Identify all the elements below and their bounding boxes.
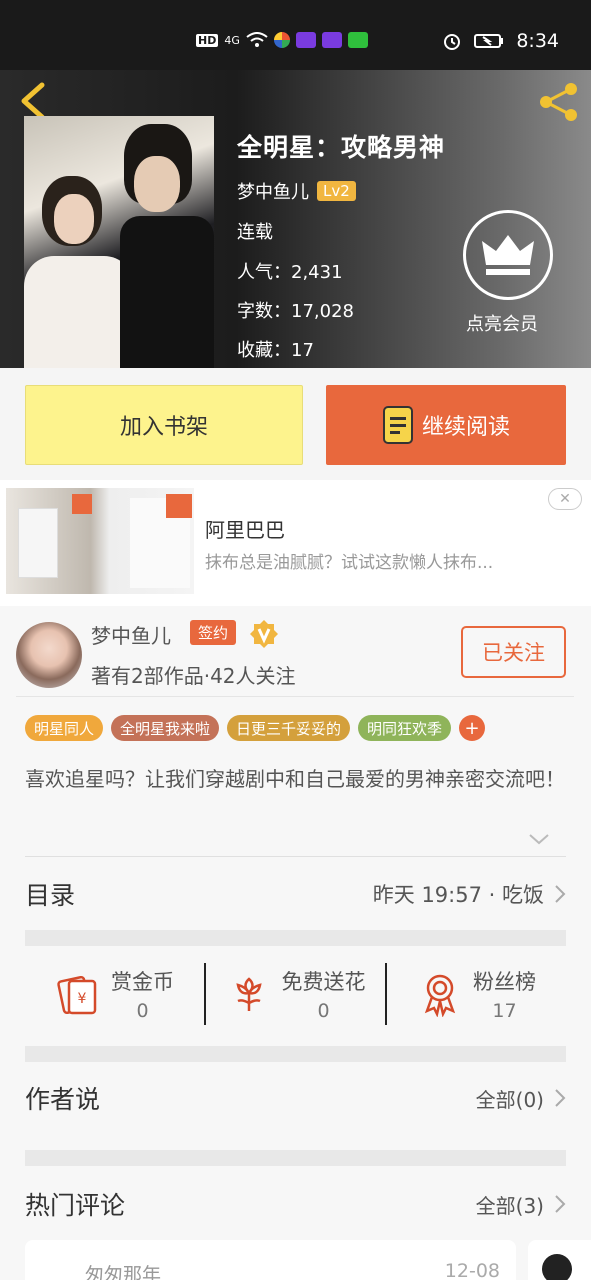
section-separator	[25, 930, 566, 946]
book-header: 全明星：攻略男神 梦中鱼儿 Lv2 连载 人气：2,431 字数：17,028 …	[0, 70, 591, 368]
hot-comments-row[interactable]: 热门评论 全部(3)	[25, 1186, 566, 1222]
author-section: 梦中鱼儿 签约 著有2部作品·42人关注 已关注 明星同人 全明星我来啦 日更三…	[0, 606, 591, 1280]
section-separator	[25, 1046, 566, 1062]
action-area: 加入书架 继续阅读	[0, 368, 591, 480]
commenter-name: 匆匆那年	[85, 1264, 162, 1280]
status-bar: HD 4G 8:34	[0, 0, 591, 70]
ad-close-button[interactable]: ✕	[548, 488, 582, 510]
hot-comments-title: 热门评论	[25, 1191, 126, 1220]
continue-reading-label: 继续阅读	[421, 415, 510, 440]
alarm-icon	[444, 34, 461, 50]
tag[interactable]: 全明星我来啦	[111, 715, 220, 741]
fan-ranking-button[interactable]: 粉丝榜 17	[387, 948, 566, 1040]
favorites-count: 收藏：17	[237, 340, 314, 361]
status-right: 8:34	[442, 30, 559, 52]
status-icons: HD 4G	[196, 32, 368, 48]
chevron-right-icon	[555, 1195, 566, 1213]
stat-value: 0	[317, 1000, 330, 1022]
word-count: 字数：17,028	[237, 301, 354, 322]
continue-reading-button[interactable]: 继续阅读	[326, 385, 566, 465]
stat-label: 赏金币	[111, 970, 174, 994]
book-description: 喜欢追星吗？让我们穿越剧中和自己最爱的男神亲密交流吧！	[25, 767, 565, 791]
serial-status: 连载	[237, 222, 273, 243]
back-icon[interactable]	[18, 82, 48, 120]
chevron-right-icon	[555, 1089, 566, 1107]
book-title: 全明星：攻略男神	[237, 133, 446, 162]
ad-image[interactable]	[6, 488, 194, 594]
popularity: 人气：2,431	[237, 262, 343, 283]
medal-icon	[424, 974, 456, 1017]
stat-label: 免费送花	[281, 970, 366, 994]
section-separator	[25, 1150, 566, 1166]
more-tags-button[interactable]: +	[459, 715, 486, 741]
video-app-icon	[321, 32, 342, 48]
share-icon[interactable]	[537, 80, 581, 124]
stat-value: 17	[492, 1000, 517, 1022]
crown-icon	[482, 235, 534, 275]
clock: 8:34	[516, 30, 559, 52]
tag[interactable]: 日更三千妥妥的	[227, 715, 351, 741]
book-cover[interactable]	[24, 116, 214, 368]
ad-description[interactable]: 抹布总是油腻腻？试试这款懒人抹布...	[205, 548, 493, 573]
tag[interactable]: 明同狂欢季	[358, 715, 452, 741]
divider	[16, 696, 574, 697]
tag[interactable]: 明星同人	[25, 715, 104, 741]
signal-icon: 4G	[224, 33, 240, 47]
wifi-icon	[246, 32, 268, 47]
add-to-shelf-button[interactable]: 加入书架	[25, 385, 303, 465]
catalog-row[interactable]: 目录 昨天 19:57 · 吃饭	[25, 876, 566, 912]
catalog-title: 目录	[25, 881, 76, 910]
author-works: 著有2部作品·42人关注	[91, 664, 296, 688]
coin-envelope-icon: ¥	[57, 975, 97, 1015]
author-says-title: 作者说	[25, 1085, 101, 1114]
iqiyi-icon	[347, 32, 368, 48]
divider	[25, 856, 566, 857]
send-flowers-button[interactable]: 免费送花 0	[206, 948, 385, 1040]
tag-list: 明星同人 全明星我来啦 日更三千妥妥的 明同狂欢季 +	[25, 715, 486, 741]
stat-label: 粉丝榜	[473, 970, 536, 994]
reward-coins-button[interactable]: ¥ 赏金币 0	[25, 948, 204, 1040]
verified-icon	[250, 620, 278, 648]
author-avatar[interactable]	[16, 622, 82, 688]
ad-banner[interactable]: 阿里巴巴 抹布总是油腻腻？试试这款懒人抹布... ✕	[0, 480, 591, 606]
author-says-link: 全部(0)	[475, 1087, 544, 1112]
chevron-right-icon	[555, 885, 566, 903]
stat-value: 0	[136, 1000, 149, 1022]
author-line: 梦中鱼儿 Lv2	[237, 178, 356, 204]
comment-card[interactable]	[528, 1240, 591, 1280]
chevron-down-icon[interactable]	[528, 832, 550, 846]
comment-card[interactable]: 匆匆那年 12-08	[25, 1240, 516, 1280]
signed-badge: 签约	[190, 620, 237, 645]
flower-icon	[235, 977, 262, 1011]
commenter-avatar	[542, 1254, 572, 1280]
hot-comments-link: 全部(3)	[475, 1193, 544, 1218]
ad-title[interactable]: 阿里巴巴	[205, 514, 285, 543]
vip-button[interactable]	[463, 210, 553, 300]
stats-bar: ¥ 赏金币 0 免费送花 0 粉丝榜 17	[25, 948, 566, 1040]
svg-text:¥: ¥	[78, 991, 87, 1007]
author-profile-name[interactable]: 梦中鱼儿	[91, 620, 171, 649]
author-says-row[interactable]: 作者说 全部(0)	[25, 1080, 566, 1116]
follow-button[interactable]: 已关注	[461, 626, 566, 678]
book-icon	[382, 406, 413, 444]
level-badge: Lv2	[317, 181, 356, 201]
video-app-icon	[295, 32, 316, 48]
vip-label[interactable]: 点亮会员	[466, 310, 538, 336]
latest-chapter: 昨天 19:57 · 吃饭	[372, 883, 544, 907]
app-icon	[273, 32, 290, 48]
battery-icon	[474, 34, 504, 48]
hd-icon: HD	[196, 33, 219, 47]
author-name[interactable]: 梦中鱼儿	[237, 178, 309, 204]
comment-date: 12-08	[444, 1260, 500, 1280]
